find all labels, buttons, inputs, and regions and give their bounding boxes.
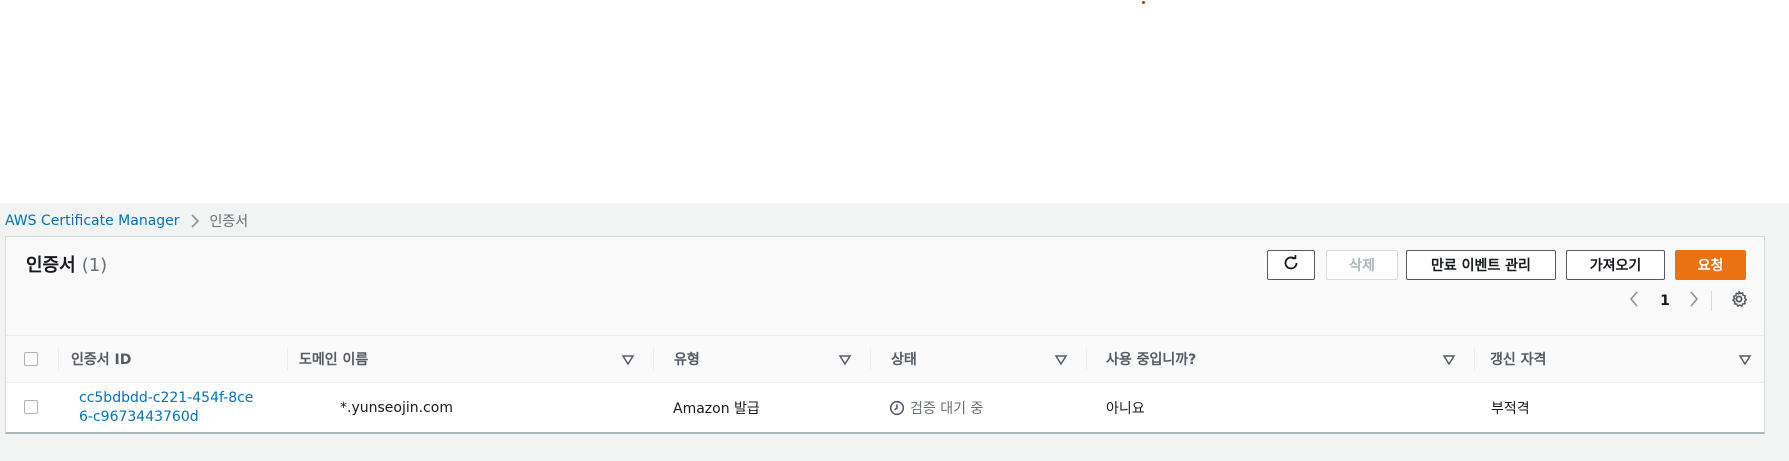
page-number[interactable]: 1 [1654,289,1676,313]
breadcrumb-service-link[interactable]: AWS Certificate Manager [5,213,180,229]
column-header-domain-name[interactable]: 도메인 이름 [299,336,368,382]
chevron-right-icon [1689,291,1699,311]
refresh-icon [1282,254,1300,276]
column-divider [1086,348,1087,370]
delete-button[interactable]: 삭제 [1326,250,1398,280]
column-divider [287,348,288,370]
status-text: 검증 대기 중 [910,400,984,417]
chevron-right-icon [190,214,200,228]
in-use-cell: 아니요 [1106,400,1145,417]
sort-down-icon[interactable] [1054,352,1068,366]
request-button[interactable]: 요청 [1675,250,1746,280]
status-cell: 검증 대기 중 [889,383,983,432]
panel-title-text: 인증서 [26,255,76,276]
chevron-left-icon [1629,291,1639,311]
gear-icon [1730,290,1748,312]
sort-down-icon[interactable] [1738,352,1752,366]
sort-down-icon[interactable] [1442,352,1456,366]
domain-name-cell: *.yunseojin.com [340,399,453,416]
import-button[interactable]: 가져오기 [1566,250,1665,280]
table-header: 인증서 ID 도메인 이름 유형 상태 사용 중입니까? 갱신 자격 [6,336,1764,383]
breadcrumb: AWS Certificate Manager 인증서 [5,210,248,232]
panel-header: 인증서 (1) 삭제 만료 이벤트 관리 가져오기 요청 1 [6,237,1764,336]
column-header-status[interactable]: 상태 [891,336,917,382]
preferences-button[interactable] [1727,289,1751,313]
column-divider [1474,348,1475,370]
certificate-id-link[interactable]: cc5bdbdd-c221-454f-8ce6-c9673443760d [79,389,259,427]
clock-icon [889,400,910,416]
certificate-count: (1) [81,255,108,276]
renewal-eligibility-cell: 부적격 [1491,400,1530,417]
certificates-panel: 인증서 (1) 삭제 만료 이벤트 관리 가져오기 요청 1 인증서 ID 도메… [5,236,1765,434]
type-cell: Amazon 발급 [673,400,760,417]
row-checkbox[interactable] [24,400,38,414]
previous-page-button[interactable] [1622,289,1646,313]
column-header-renewal-eligibility[interactable]: 갱신 자격 [1490,336,1546,382]
select-all-checkbox[interactable] [24,352,38,366]
refresh-button[interactable] [1267,250,1315,280]
column-header-certificate-id[interactable]: 인증서 ID [71,336,131,382]
column-divider [653,348,654,370]
pager-divider [1711,291,1712,311]
sort-down-icon[interactable] [621,352,635,366]
red-dot-marker [1142,1,1145,4]
blank-content-area [0,0,1789,203]
breadcrumb-current: 인증서 [209,214,249,230]
column-header-in-use[interactable]: 사용 중입니까? [1106,336,1196,382]
panel-title: 인증서 (1) [26,251,107,277]
column-divider [870,348,871,370]
column-divider [58,348,59,370]
sort-down-icon[interactable] [838,352,852,366]
table-row[interactable]: cc5bdbdd-c221-454f-8ce6-c9673443760d *.y… [6,383,1764,432]
manage-expiry-events-button[interactable]: 만료 이벤트 관리 [1406,250,1556,280]
column-header-type[interactable]: 유형 [674,336,700,382]
next-page-button[interactable] [1682,289,1706,313]
